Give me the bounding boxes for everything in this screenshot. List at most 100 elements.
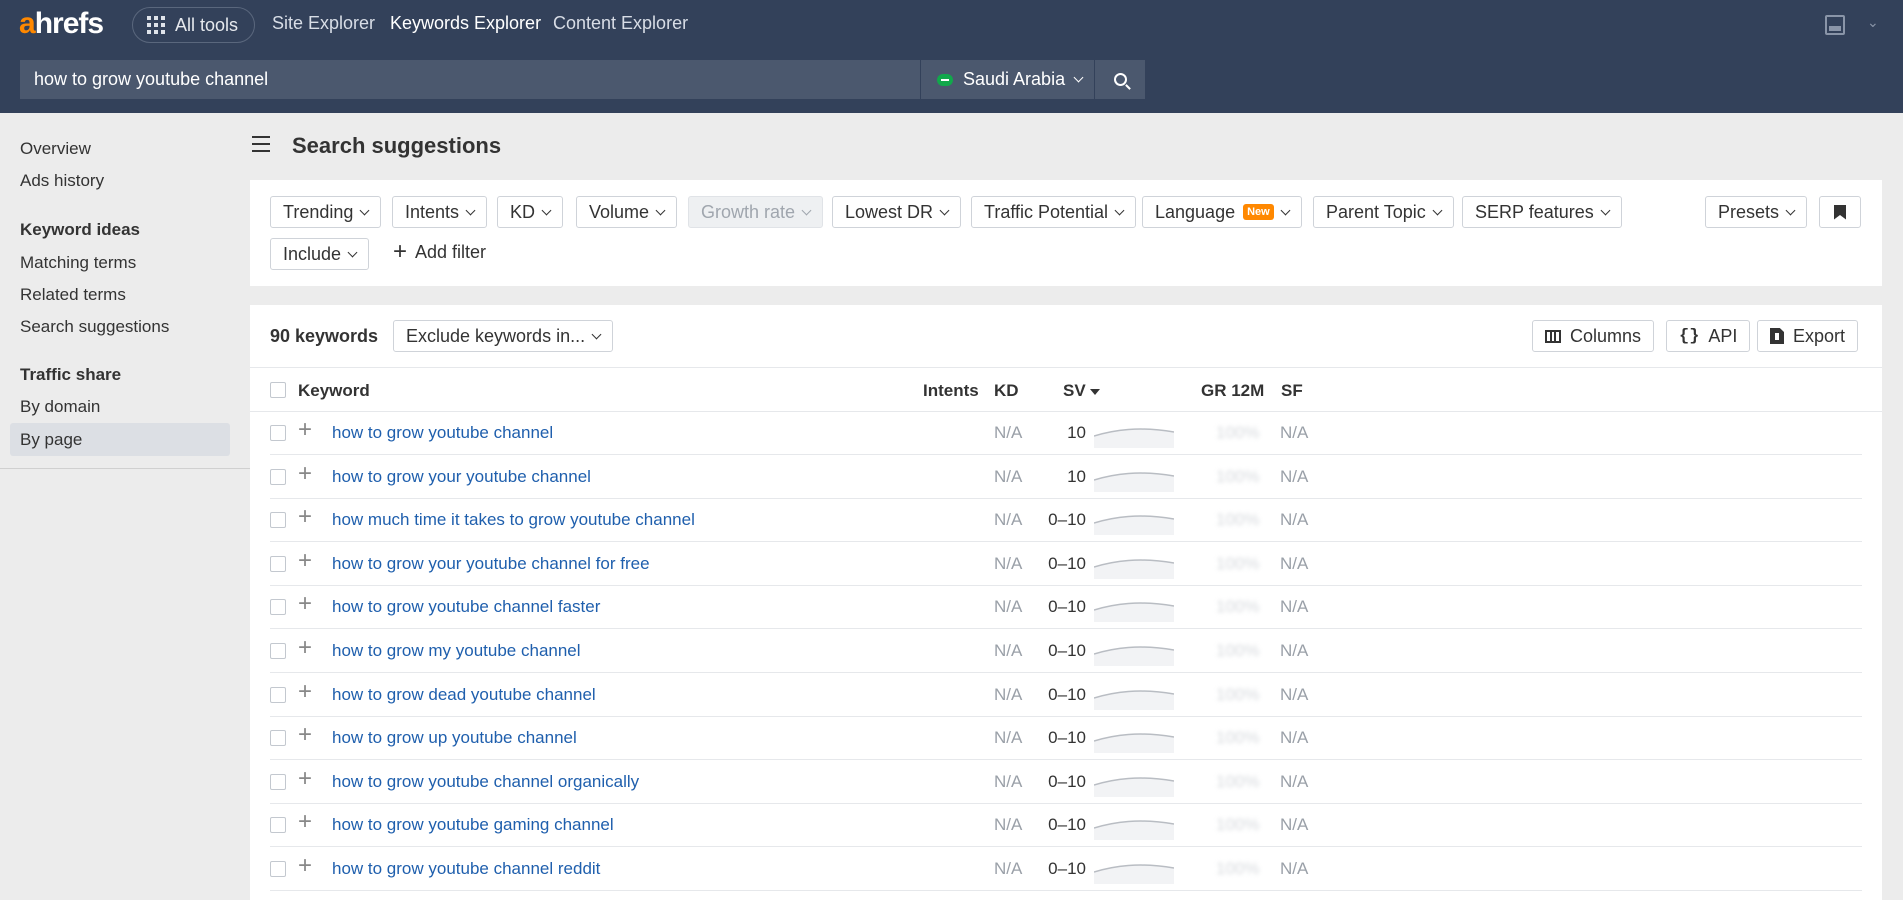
all-tools-button[interactable]: All tools [132,7,256,43]
filter-volume[interactable]: Volume [576,196,678,228]
menu-icon[interactable] [252,136,270,157]
keyword-link[interactable]: how to grow youtube gaming channel [332,815,614,835]
add-to-list-plus-icon[interactable]: + [298,810,312,834]
account-chevron-down-icon[interactable]: ⌄ [1867,14,1879,31]
keyword-link[interactable]: how to grow up youtube channel [332,728,577,748]
nav-site-explorer[interactable]: Site Explorer [272,13,375,34]
api-button[interactable]: {} API [1666,320,1751,352]
growth-value: 100% [1216,597,1260,617]
sv-value: 10 [1067,466,1086,486]
growth-value: 100% [1216,771,1260,791]
page-title: Search suggestions [292,133,502,158]
column-kd[interactable]: KD [994,381,1019,401]
keyword-search-input[interactable] [20,60,920,99]
sv-value: 0–10 [1048,728,1086,748]
row-checkbox[interactable] [270,468,286,485]
row-checkbox[interactable] [270,599,286,616]
row-checkbox[interactable] [270,643,286,659]
row-checkbox[interactable] [270,861,286,877]
table-row: + how to grow your youtube channel N/A 10 10… [250,456,1882,499]
serp-features-value: N/A [1280,728,1309,748]
row-checkbox[interactable] [270,555,286,572]
filter-label: Language [1155,201,1236,222]
chevron-down-icon [541,205,552,215]
keyword-link[interactable]: how to grow youtube channel reddit [332,859,600,879]
sidebar-item-overview[interactable]: Overview [20,139,91,159]
growth-value: 100% [1216,684,1260,704]
filter-kd[interactable]: KD [497,196,564,228]
keyword-link[interactable]: how to grow your youtube channel for fre… [332,554,650,574]
add-to-list-plus-icon[interactable]: + [298,636,312,660]
table-row: + how to grow up youtube channel N/A 0–10 10… [250,717,1882,761]
keyword-link[interactable]: how much time it takes to grow youtube c… [332,510,695,530]
sv-value: 10 [1067,423,1086,442]
keyword-link[interactable]: how to grow my youtube channel [332,641,581,661]
country-select[interactable]: Saudi Arabia [920,60,1094,99]
sidebar-item-matching-terms[interactable]: Matching terms [20,253,136,273]
sidebar-item-related-terms[interactable]: Related terms [20,285,126,305]
sidebar-item-search-suggestions[interactable]: Search suggestions [20,317,169,337]
filter-include[interactable]: Include [270,238,370,270]
add-to-list-plus-icon[interactable]: + [298,854,312,878]
row-checkbox[interactable] [270,817,286,834]
add-to-list-plus-icon[interactable]: + [298,766,312,791]
inbox-icon[interactable] [1825,15,1845,35]
growth-value: 100% [1216,815,1260,835]
column-intents[interactable]: Intents [923,381,979,401]
add-to-list-plus-icon[interactable]: + [298,418,312,442]
presets-button[interactable]: Presets [1705,196,1808,228]
filter-language[interactable]: Language New [1142,196,1302,228]
column-sf[interactable]: SF [1281,381,1303,401]
add-to-list-plus-icon[interactable]: + [298,548,312,573]
nav-keywords-explorer[interactable]: Keywords Explorer [390,13,541,34]
add-filter-button[interactable]: + Add filter [393,240,486,264]
sidebar-item-by-page[interactable]: By page [20,430,82,450]
columns-icon [1545,329,1561,343]
table-row: + how to grow youtube channel N/A 10 100% N/A [250,412,1882,455]
sv-value: 0–10 [1048,684,1086,704]
sidebar-item-by-domain[interactable]: By domain [20,397,100,417]
keyword-link[interactable]: how to grow youtube channel organically [332,772,639,792]
columns-button[interactable]: Columns [1532,320,1655,352]
select-all-checkbox[interactable] [270,382,286,398]
bookmark-button[interactable] [1819,196,1861,228]
add-to-list-plus-icon[interactable]: + [298,461,312,486]
kd-value: N/A [994,684,1023,704]
nav-content-explorer[interactable]: Content Explorer [553,13,688,34]
column-gr-12m[interactable]: GR 12M [1201,381,1264,401]
chevron-down-icon [939,205,950,215]
search-button[interactable] [1095,60,1145,99]
filter-trending[interactable]: Trending [270,196,382,228]
row-checkbox[interactable] [270,425,286,441]
growth-value: 100% [1216,641,1260,660]
sv-value: 0–10 [1048,641,1086,660]
add-to-list-plus-icon[interactable]: + [298,505,312,529]
row-checkbox[interactable] [270,686,286,703]
exclude-keywords-dropdown[interactable]: Exclude keywords in... [393,320,614,352]
export-button[interactable]: Export [1757,320,1859,352]
filter-serp-features[interactable]: SERP features [1462,196,1622,228]
filter-parent-topic[interactable]: Parent Topic [1313,196,1454,228]
column-keyword[interactable]: Keyword [298,381,370,401]
filter-lowest-dr[interactable]: Lowest DR [832,196,962,228]
add-to-list-plus-icon[interactable]: + [298,592,312,616]
filter-traffic-potential[interactable]: Traffic Potential [971,196,1137,228]
sidebar-item-ads-history[interactable]: Ads history [20,171,104,191]
keyword-link[interactable]: how to grow youtube channel faster [332,597,600,617]
chevron-down-icon [1073,72,1084,83]
keyword-link[interactable]: how to grow youtube channel [332,423,553,443]
keyword-link[interactable]: how to grow dead youtube channel [332,685,596,705]
row-checkbox[interactable] [270,730,286,747]
row-checkbox[interactable] [270,512,286,529]
add-to-list-plus-icon[interactable]: + [298,679,312,704]
serp-features-value: N/A [1280,771,1309,791]
ahrefs-logo[interactable]: ahrefs [19,7,104,41]
serp-features-value: N/A [1280,597,1309,617]
column-sv[interactable]: SV [1063,381,1100,401]
keyword-link[interactable]: how to grow your youtube channel [332,467,591,487]
kd-value: N/A [994,553,1023,573]
add-to-list-plus-icon[interactable]: + [298,723,312,747]
filter-intents[interactable]: Intents [392,196,488,228]
kd-value: N/A [994,423,1023,442]
row-checkbox[interactable] [270,773,286,790]
